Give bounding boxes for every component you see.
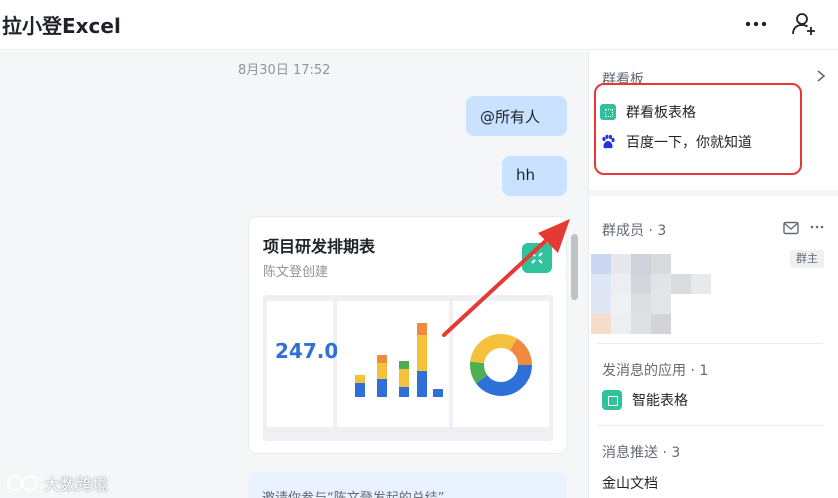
blurred-member-avatars[interactable] <box>591 254 711 334</box>
message-timestamp: 8月30日 17:52 <box>238 63 331 78</box>
members-section-title: 群成员 · 3 <box>602 223 667 239</box>
smart-sheet-icon <box>522 243 552 273</box>
sheet-icon <box>600 104 616 120</box>
add-member-icon[interactable] <box>790 10 818 38</box>
invite-text: 邀请你参与“陈文登发起的总结” <box>262 487 444 498</box>
chevron-right-icon[interactable] <box>815 69 827 83</box>
chat-scrollbar[interactable] <box>571 234 578 300</box>
more-options-icon[interactable] <box>742 12 770 36</box>
board-item-label: 群看板表格 <box>626 105 696 121</box>
board-item-sheet[interactable]: 群看板表格 <box>600 102 696 122</box>
chat-area: 8月30日 17:52 @所有人 hh 项目研发排期表 陈文登创建 247.0 <box>0 51 588 498</box>
push-section-title: 消息推送 · 3 <box>602 445 681 461</box>
watermark: 大数跨境 <box>6 471 108 495</box>
section-divider <box>597 343 823 344</box>
preview-donut-chart-graphic <box>470 334 532 396</box>
section-divider <box>597 425 823 426</box>
board-item-label: 百度一下，你就知道 <box>626 135 752 151</box>
preview-bar-chart <box>337 301 449 427</box>
card-preview-image: 247.0 <box>263 295 553 441</box>
app-item-label: 智能表格 <box>632 393 688 409</box>
smart-sheet-icon <box>602 390 622 410</box>
owner-badge: 群主 <box>790 250 824 268</box>
sheet-share-card[interactable]: 项目研发排期表 陈文登创建 247.0 <box>248 216 567 454</box>
chat-header: 拉小登Excel <box>0 0 838 50</box>
message-bubble-hh[interactable]: hh <box>502 156 567 196</box>
annotation-highlight-box <box>594 83 802 175</box>
group-info-sidebar: 群看板 群看板表格 百度一下，你就知道 群成员 · 3 群主 发消息的应用 · … <box>588 51 838 498</box>
card-title: 项目研发排期表 <box>263 237 376 256</box>
mail-icon[interactable] <box>783 221 799 235</box>
watermark-logo-icon <box>7 475 38 491</box>
watermark-text: 大数跨境 <box>44 475 109 494</box>
card-subtitle: 陈文登创建 <box>263 265 329 280</box>
more-options-icon[interactable] <box>809 219 825 235</box>
baidu-paw-icon <box>602 134 615 149</box>
push-item-kdocs[interactable]: 金山文档 <box>602 473 658 493</box>
chat-title: 拉小登Excel <box>2 14 121 38</box>
section-divider <box>589 190 838 196</box>
apps-section-title: 发消息的应用 · 1 <box>602 363 709 379</box>
preview-bar-chart-graphic <box>355 323 443 397</box>
preview-donut-chart <box>453 301 549 427</box>
board-item-baidu[interactable]: 百度一下，你就知道 <box>600 132 752 152</box>
message-bubble-mention[interactable]: @所有人 <box>466 96 567 136</box>
preview-kpi-panel: 247.0 <box>267 301 338 427</box>
preview-kpi-value: 247.0 <box>275 339 339 363</box>
invite-card[interactable]: 邀请你参与“陈文登发起的总结” <box>248 471 567 498</box>
app-item-smart-sheet[interactable]: 智能表格 <box>602 390 688 410</box>
